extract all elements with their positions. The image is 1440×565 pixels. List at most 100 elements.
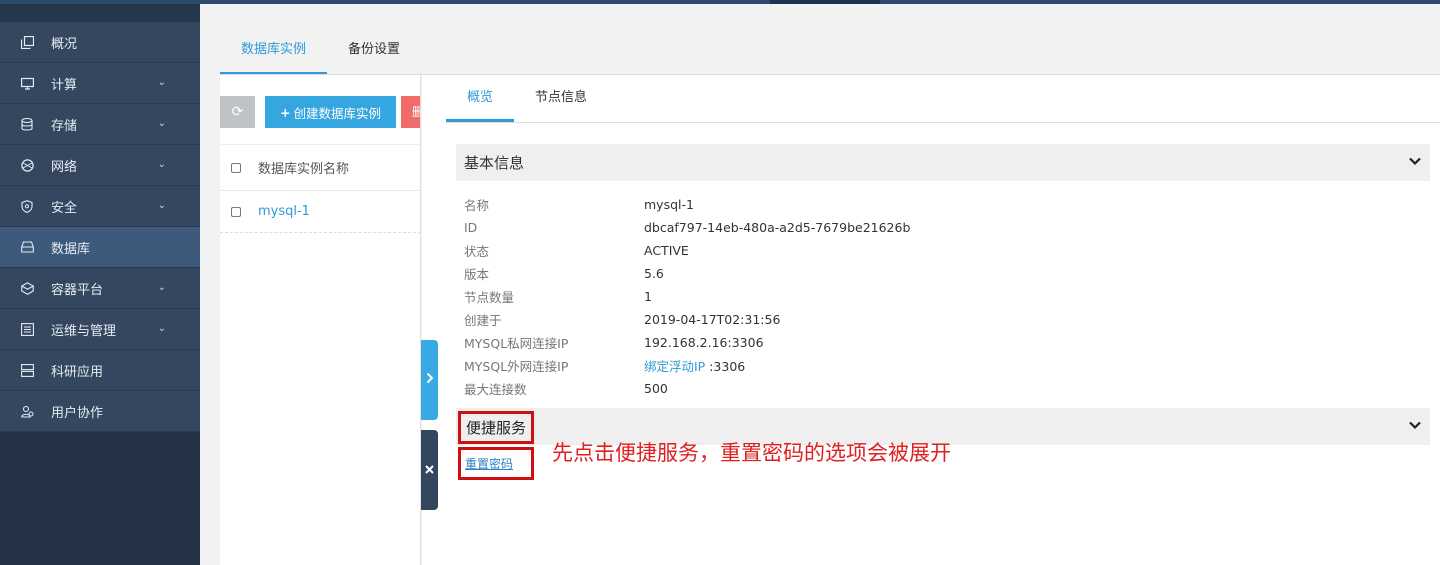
chevron-down-icon: ⌄	[157, 159, 166, 170]
database-icon	[20, 117, 34, 131]
chevron-right-icon	[426, 372, 434, 388]
collapse-panel-button[interactable]	[421, 340, 438, 420]
info-key: 最大连接数	[464, 382, 527, 397]
sidebar-item-research[interactable]: 科研应用	[0, 350, 200, 391]
container-icon	[20, 281, 34, 295]
top-bar-segment	[770, 0, 880, 4]
instance-name-link[interactable]: mysql-1	[258, 204, 310, 219]
sidebar-item-ops[interactable]: 运维与管理 ⌄	[0, 309, 200, 350]
annotation-text: 先点击便捷服务，重置密码的选项会被展开	[552, 441, 951, 465]
sidebar-header	[0, 4, 200, 22]
app-root: 概况 计算 ⌄ 存储 ⌄ 网络 ⌄ 安全 ⌄ 数据库 容器平台 ⌄ 运维与管理 …	[0, 0, 1440, 565]
info-row: ID dbcaf797-14eb-480a-a2d5-7679be21626b	[464, 216, 910, 239]
sidebar-item-label: 网络	[51, 159, 78, 175]
detail-tabs: 概览 节点信息	[446, 83, 608, 122]
info-key: 节点数量	[464, 290, 515, 305]
select-all-checkbox[interactable]	[231, 162, 241, 173]
chevron-down-icon: ⌄	[157, 323, 166, 334]
info-row: 版本 5.6	[464, 262, 910, 285]
info-row: 创建于 2019-04-17T02:31:56	[464, 308, 910, 331]
tab-node-info[interactable]: 节点信息	[514, 83, 608, 122]
tab-backup-settings[interactable]: 备份设置	[327, 34, 421, 75]
list-header: 数据库实例名称	[220, 144, 420, 191]
create-instance-label: 创建数据库实例	[293, 105, 381, 121]
plus-icon: +	[280, 104, 291, 120]
table-row[interactable]: mysql-1	[220, 191, 420, 233]
chevron-down-icon: ⌄	[157, 200, 166, 211]
sidebar-item-label: 计算	[51, 77, 78, 93]
sidebar-item-label: 存储	[51, 118, 78, 134]
info-row: MYSQL外网连接IP 绑定浮动IP :3306	[464, 354, 910, 377]
copy-icon	[20, 35, 34, 49]
create-instance-button[interactable]: + 创建数据库实例	[265, 96, 396, 128]
info-row: 节点数量 1	[464, 285, 910, 308]
sidebar-item-label: 安全	[51, 200, 78, 216]
sidebar: 概况 计算 ⌄ 存储 ⌄ 网络 ⌄ 安全 ⌄ 数据库 容器平台 ⌄ 运维与管理 …	[0, 4, 200, 565]
info-value: 1	[644, 289, 652, 304]
monitor-icon	[20, 76, 34, 90]
sidebar-item-label: 容器平台	[51, 282, 104, 298]
chevron-down-icon: ⌄	[157, 282, 166, 293]
info-row: MYSQL私网连接IP 192.168.2.16:3306	[464, 331, 910, 354]
sidebar-item-overview[interactable]: 概况	[0, 22, 200, 63]
chevron-down-icon: ⌄	[157, 77, 166, 88]
info-key: ID	[464, 220, 478, 235]
sidebar-item-label: 概况	[51, 36, 78, 52]
info-value: 5.6	[644, 266, 664, 281]
sidebar-item-network[interactable]: 网络 ⌄	[0, 145, 200, 186]
basic-info-section-header[interactable]: 基本信息	[456, 144, 1430, 181]
info-key: 名称	[464, 198, 490, 213]
tab-overview[interactable]: 概览	[446, 83, 515, 122]
sidebar-item-label: 运维与管理	[51, 323, 117, 339]
column-header-name: 数据库实例名称	[258, 162, 350, 177]
bind-floating-ip-link[interactable]: 绑定浮动IP	[644, 359, 705, 374]
main-tabs: 数据库实例 备份设置	[220, 34, 421, 75]
sidebar-item-compute[interactable]: 计算 ⌄	[0, 63, 200, 104]
sidebar-item-collab[interactable]: 用户协作	[0, 391, 200, 432]
row-checkbox[interactable]	[231, 206, 241, 217]
sidebar-item-storage[interactable]: 存储 ⌄	[0, 104, 200, 145]
drive-icon	[20, 240, 34, 254]
info-value: dbcaf797-14eb-480a-a2d5-7679be21626b	[644, 220, 911, 235]
top-bar	[0, 0, 1440, 4]
info-value: ACTIVE	[644, 243, 689, 258]
refresh-icon: ⟳	[231, 104, 244, 120]
info-key: 版本	[464, 267, 490, 282]
info-key: 创建于	[464, 313, 502, 328]
close-panel-button[interactable]	[421, 430, 438, 510]
shield-icon	[20, 199, 34, 213]
basic-info-title: 基本信息	[464, 154, 525, 172]
sidebar-item-security[interactable]: 安全 ⌄	[0, 186, 200, 227]
close-icon	[425, 463, 434, 477]
detail-panel: 概览 节点信息 基本信息 名称 mysql-1 ID dbcaf797-14eb-4…	[422, 75, 1440, 565]
info-value: 500	[644, 381, 668, 396]
sidebar-item-container[interactable]: 容器平台 ⌄	[0, 268, 200, 309]
quick-service-title[interactable]: 便捷服务	[458, 411, 534, 444]
reset-password-link[interactable]: 重置密码	[458, 447, 534, 480]
info-key: MYSQL外网连接IP	[464, 359, 569, 374]
delete-instance-button[interactable]: 删	[401, 96, 420, 128]
detail-tabs-divider	[446, 122, 1440, 123]
info-value: mysql-1	[644, 197, 694, 212]
tab-db-instances[interactable]: 数据库实例	[220, 34, 328, 75]
chevron-down-icon	[1408, 154, 1422, 168]
info-value: 绑定浮动IP :3306	[644, 356, 745, 375]
info-value: 192.168.2.16:3306	[644, 335, 764, 350]
info-row: 名称 mysql-1	[464, 193, 910, 216]
external-port: :3306	[709, 359, 746, 374]
sidebar-item-database[interactable]: 数据库	[0, 227, 200, 268]
info-row: 状态 ACTIVE	[464, 239, 910, 262]
info-key: MYSQL私网连接IP	[464, 336, 569, 351]
list-icon	[20, 322, 34, 336]
refresh-button[interactable]: ⟳	[220, 96, 255, 128]
basic-info-list: 名称 mysql-1 ID dbcaf797-14eb-480a-a2d5-7679…	[464, 193, 910, 400]
sidebar-item-label: 科研应用	[51, 364, 104, 380]
info-key: 状态	[464, 244, 490, 259]
sidebar-item-label: 用户协作	[51, 405, 104, 421]
users-icon	[20, 404, 34, 418]
chevron-down-icon	[1408, 418, 1422, 432]
instance-list-panel: ⟳ + 创建数据库实例 删 数据库实例名称 mysql-1	[220, 75, 421, 565]
info-value: 2019-04-17T02:31:56	[644, 312, 781, 327]
network-icon	[20, 158, 34, 172]
sidebar-item-label: 数据库	[51, 241, 91, 257]
